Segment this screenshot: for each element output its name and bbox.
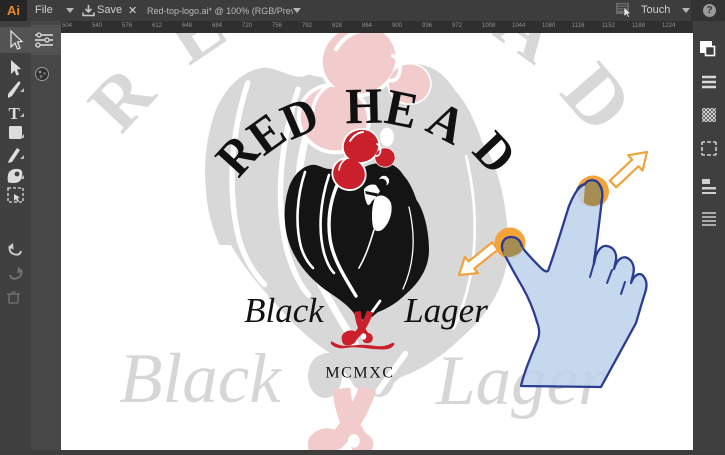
svg-text:Black: Black [244, 291, 325, 330]
svg-text:H: H [345, 77, 383, 135]
svg-text:MCMXC: MCMXC [325, 365, 394, 382]
svg-text:T: T [9, 104, 21, 123]
svg-text:Lager: Lager [403, 291, 488, 330]
